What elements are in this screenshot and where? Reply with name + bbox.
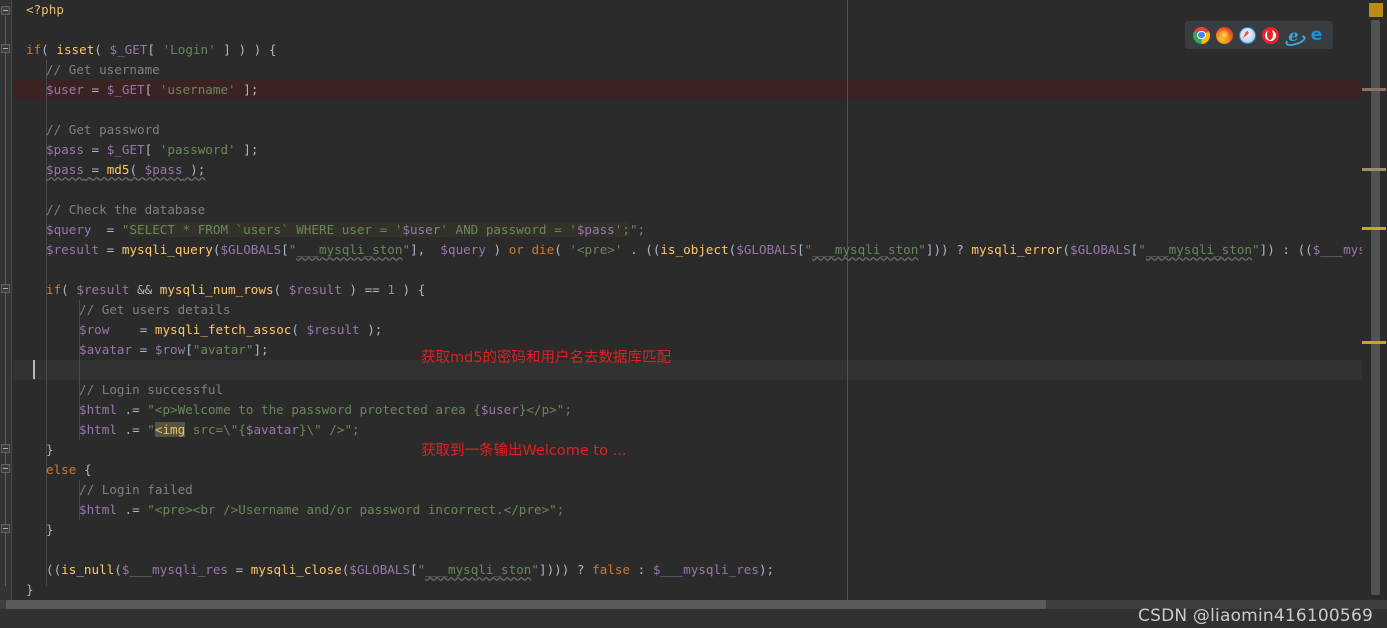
code-line-30: }: [26, 582, 34, 597]
fold-marker-if-result[interactable]: [1, 284, 10, 293]
code-text-layer[interactable]: <?php if( isset( $_GET[ 'Login' ] ) ) { …: [13, 0, 1387, 600]
code-line-29: ((is_null($___mysqli_res = mysqli_close(…: [46, 562, 775, 577]
annotation-overlay: 获取md5的密码和用户名去数据库匹配 获取到一条输出Welcome to ...: [421, 281, 671, 529]
code-folding-gutter[interactable]: [0, 0, 12, 600]
code-line-23: }: [46, 442, 54, 457]
marker-change-1[interactable]: [1362, 88, 1386, 91]
fold-marker-else[interactable]: [1, 464, 10, 473]
code-line-27: }: [46, 522, 54, 537]
code-line-22: $html .= "<img src=\"{$avatar}\" />";: [79, 422, 360, 437]
fold-marker-if-result-end[interactable]: [1, 444, 10, 453]
code-line-11: // Check the database: [46, 202, 206, 217]
code-line-17: $row = mysqli_fetch_assoc( $result );: [79, 322, 383, 337]
safari-icon[interactable]: [1239, 26, 1256, 44]
code-line-24: else {: [46, 462, 92, 477]
browser-launch-toolbar[interactable]: e e: [1185, 21, 1333, 49]
edge-icon[interactable]: e: [1308, 26, 1325, 44]
code-line-8: $pass = $_GET[ 'password' ];: [46, 142, 259, 157]
ide-editor-window: <?php if( isset( $_GET[ 'Login' ] ) ) { …: [0, 0, 1387, 628]
fold-marker-else-end[interactable]: [1, 524, 10, 533]
fold-region-line-root: [5, 16, 6, 586]
firefox-icon[interactable]: [1216, 26, 1233, 44]
marker-change-2[interactable]: [1362, 168, 1386, 171]
code-line-7: // Get password: [46, 122, 160, 137]
code-line-16: // Get users details: [79, 302, 231, 317]
code-line-5: $user = $_GET[ 'username' ];: [46, 82, 259, 97]
watermark-text: CSDN @liaomin416100569: [1138, 606, 1373, 626]
vertical-scrollbar-thumb[interactable]: [1371, 20, 1380, 595]
code-line-20: // Login successful: [79, 382, 224, 397]
marker-track[interactable]: [1362, 0, 1387, 600]
chrome-icon[interactable]: [1193, 26, 1210, 44]
code-line-25: // Login failed: [79, 482, 193, 497]
code-line-18: $avatar = $row["avatar"];: [79, 342, 269, 357]
code-editor-pane[interactable]: <?php if( isset( $_GET[ 'Login' ] ) ) { …: [0, 0, 1387, 600]
code-line-15: if( $result && mysqli_num_rows( $result …: [46, 282, 426, 297]
marker-warning-1[interactable]: [1362, 227, 1386, 230]
marker-warning-2[interactable]: [1362, 341, 1386, 344]
code-line-13: $result = mysqli_query($GLOBALS["___mysq…: [46, 242, 1387, 257]
annotation-line-1: 获取md5的密码和用户名去数据库匹配: [421, 350, 672, 366]
code-line-1: <?php: [26, 2, 64, 17]
horizontal-scrollbar-thumb[interactable]: [6, 600, 1046, 609]
code-line-12: $query = "SELECT * FROM `users` WHERE us…: [46, 222, 646, 237]
opera-icon[interactable]: [1262, 26, 1279, 44]
code-line-9: $pass = md5( $pass );: [46, 162, 206, 177]
inspection-status-widget[interactable]: [1369, 3, 1383, 17]
internet-explorer-icon[interactable]: e: [1285, 27, 1302, 44]
code-line-4: // Get username: [46, 62, 160, 77]
annotation-line-2: 获取到一条输出Welcome to ...: [421, 443, 627, 459]
code-line-3: if( isset( $_GET[ 'Login' ] ) ) {: [26, 42, 277, 57]
